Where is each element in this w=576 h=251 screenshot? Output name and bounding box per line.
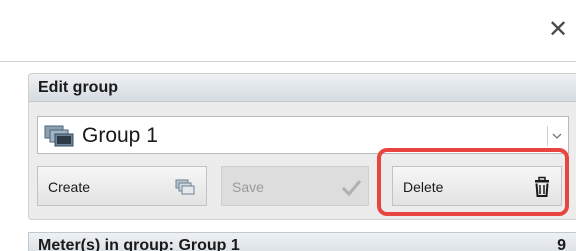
checkmark-icon: [341, 180, 362, 197]
close-icon[interactable]: ✕: [546, 18, 570, 42]
group-stack-icon: [44, 125, 74, 147]
panel-header: Edit group: [29, 74, 576, 102]
group-add-icon: [175, 179, 195, 195]
create-button-label: Create: [48, 179, 91, 195]
meters-count: 9: [557, 237, 566, 251]
meters-in-group-header: Meter(s) in group: Group 1 9: [28, 232, 576, 251]
meters-label: Meter(s) in group: Group 1: [38, 237, 240, 251]
panel-title: Edit group: [38, 79, 118, 96]
save-button-label: Save: [232, 179, 264, 195]
save-button[interactable]: Save: [221, 166, 369, 206]
title-bar: ✕: [0, 0, 576, 62]
selected-group-value: Group 1: [82, 124, 158, 147]
chevron-down-icon[interactable]: [547, 126, 566, 146]
delete-highlight-box: [377, 148, 569, 216]
create-button[interactable]: Create: [37, 166, 207, 206]
edit-group-window: ✕ Edit group Group 1 Create Save Delete …: [0, 0, 576, 251]
